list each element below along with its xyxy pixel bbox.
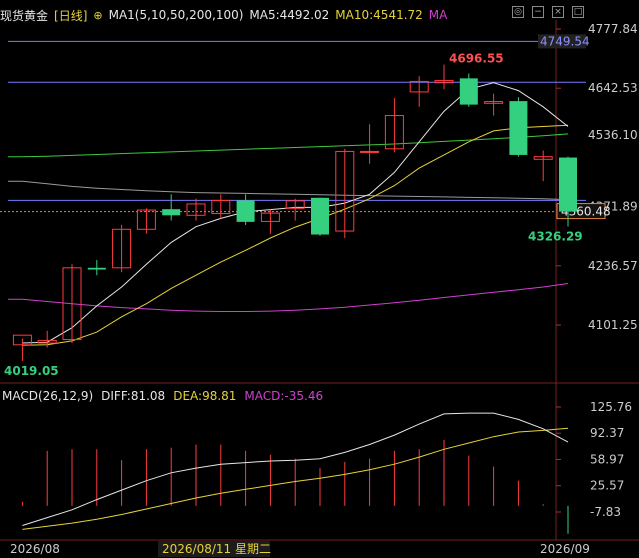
window-controls: ◎ − × □ [512,6,584,18]
macd-hist-value: MACD:-35.46 [244,389,324,403]
candle-body [459,78,478,105]
high-annotation: 4696.55 [449,52,504,66]
close-icon[interactable]: × [552,6,564,18]
macd-y-tick-label: 92.37 [590,426,624,440]
macd-y-tick-label: -7.83 [590,505,621,519]
x-label-cursor: 2026/08/11 星期二 [162,542,271,556]
candle-body [509,101,528,155]
macd-y-tick-label: 58.97 [590,452,624,466]
macd-y-tick-label: 125.76 [590,400,632,414]
x-label-end: 2026/09 [540,542,590,556]
x-label-start: 2026/08 [10,542,60,556]
y-tick-label: 4101.25 [588,318,638,332]
ma-value: MA [428,8,448,22]
ma10-value: MA10:4541.72 [335,8,423,22]
macd-y-tick-label: 25.57 [590,479,624,493]
period-label[interactable]: [日线] [54,7,87,24]
ma-params-label[interactable]: MA1(5,10,50,200,100) [109,8,244,22]
maximize-icon[interactable]: □ [572,6,584,18]
target-icon[interactable]: ◎ [512,6,524,18]
ma50-line [8,133,569,158]
macd-header: MACD(26,12,9) DIFF:81.08 DEA:98.81 MACD:… [2,389,323,403]
ma100-line [8,283,569,312]
candle-body [236,200,255,222]
low-annotation: 4019.05 [4,364,59,378]
chart-canvas: 4777.844642.534536.104371.894236.574101.… [0,20,639,557]
ma5-value: MA5:4492.02 [249,8,330,22]
candle-body [87,267,106,270]
last-low-annotation: 4326.29 [528,230,583,244]
settings-circle-icon[interactable]: ⊕ [93,9,102,22]
minus-icon[interactable]: − [532,6,544,18]
y-tick-label: 4236.57 [588,259,638,273]
macd-title[interactable]: MACD(26,12,9) [2,389,93,403]
ma10-line [22,124,569,346]
y-tick-label: 4777.84 [588,22,638,36]
instrument-name: 现货黄金 [0,8,49,23]
candle-body [559,157,577,212]
candle-body [311,197,329,235]
chart-header: 现货黄金 [日线] ⊕ MA1(5,10,50,200,100) MA5:449… [0,6,447,24]
macd-dea-value: DEA:98.81 [173,389,237,403]
y-tick-label: 4536.10 [588,128,638,142]
ma200-line [8,180,569,201]
candle-body [360,150,380,153]
reference-label: 4749.54 [540,34,590,48]
y-tick-label: 4642.53 [588,81,638,95]
candle-body [162,209,181,216]
macd-diff-value: DIFF:81.08 [101,389,166,403]
